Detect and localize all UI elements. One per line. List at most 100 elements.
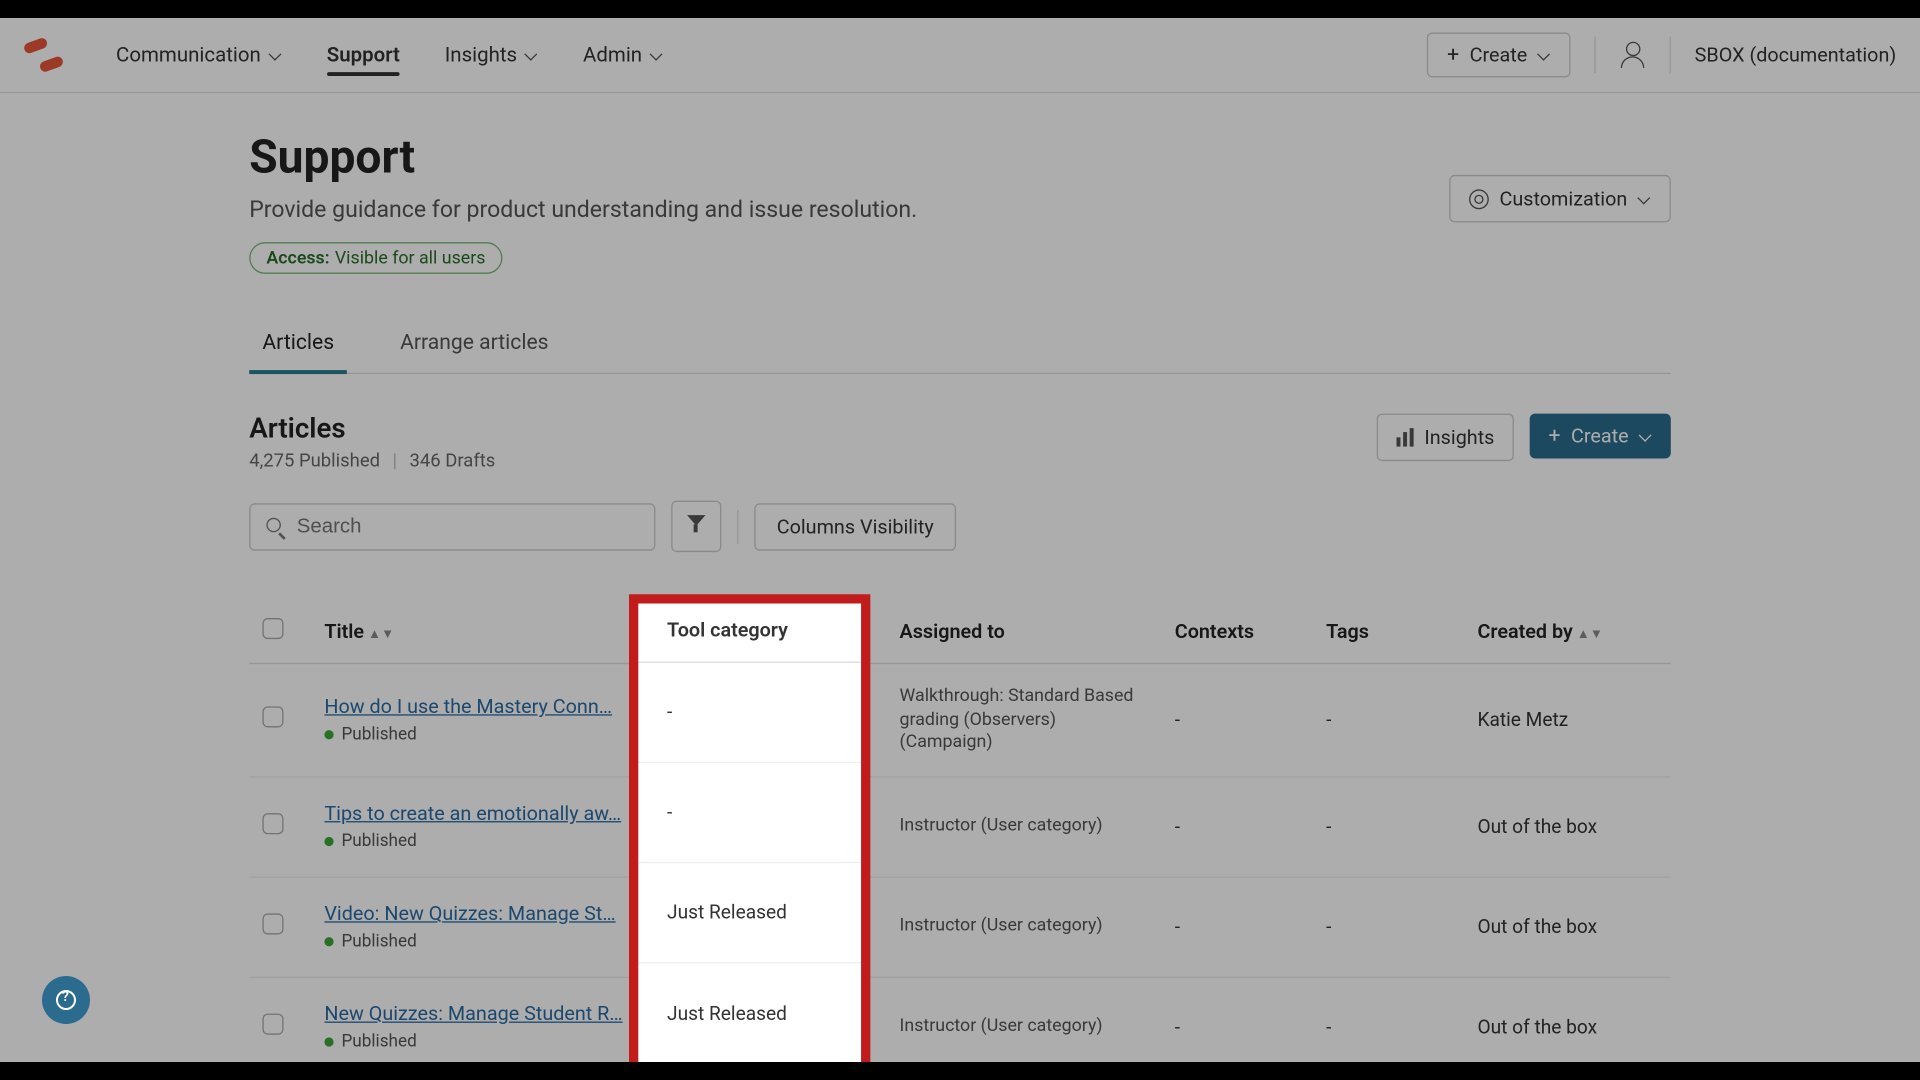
create-article-button[interactable]: + Create <box>1530 414 1671 459</box>
status-dot-icon <box>324 1038 333 1047</box>
articles-table: Title▲▼ Tool category Assigned to Contex… <box>249 600 1671 1078</box>
cell-assigned-to: Walkthrough: Standard Based grading (Obs… <box>886 664 1161 777</box>
nav-label: Insights <box>445 43 517 67</box>
count-separator: | <box>393 451 398 472</box>
customization-label: Customization <box>1500 187 1628 211</box>
top-nav: Communication Support Insights Admin + C… <box>0 18 1920 93</box>
tab-arrange-articles[interactable]: Arrange articles <box>387 313 562 372</box>
sort-icon: ▲▼ <box>1577 627 1603 642</box>
chevron-down-icon <box>525 48 538 61</box>
col-header-title[interactable]: Title▲▼ <box>311 600 655 664</box>
nav-item-insights[interactable]: Insights <box>445 18 538 92</box>
page-subtitle: Provide guidance for product understandi… <box>249 197 1449 223</box>
col-header-label: Created by <box>1477 619 1572 643</box>
access-label: Access: <box>266 247 329 268</box>
tabs: Articles Arrange articles <box>249 313 1671 374</box>
access-badge: Access: Visible for all users <box>249 242 502 274</box>
section-header: Articles 4,275 Published | 346 Drafts In… <box>249 414 1671 472</box>
columns-visibility-button[interactable]: Columns Visibility <box>754 503 956 550</box>
cell-contexts: - <box>1162 877 1313 977</box>
drafts-count: 346 Drafts <box>410 451 496 472</box>
published-count: 4,275 Published <box>249 451 380 472</box>
access-value: Visible for all users <box>335 247 486 268</box>
letterbox-top <box>0 0 1920 18</box>
cell-tool-category: - <box>655 664 886 777</box>
table-row: How do I use the Mastery Conn… Published… <box>249 664 1671 777</box>
col-header-assigned-to[interactable]: Assigned to <box>886 600 1161 664</box>
bar-chart-icon <box>1397 428 1414 446</box>
col-header-label: Contexts <box>1175 619 1254 643</box>
user-icon[interactable] <box>1620 42 1646 68</box>
article-title-link[interactable]: New Quizzes: Manage Student R… <box>324 1002 627 1026</box>
status-row: Published <box>324 932 642 952</box>
col-header-created-by[interactable]: Created by ▲▼ <box>1464 600 1671 664</box>
cell-assigned-to: Instructor (User category) <box>886 877 1161 977</box>
letterbox-bottom <box>0 1062 1920 1080</box>
insights-button[interactable]: Insights <box>1377 414 1514 461</box>
status-text: Published <box>341 932 416 952</box>
search-field-wrap[interactable] <box>249 503 655 550</box>
row-checkbox[interactable] <box>262 813 283 834</box>
cell-tags: - <box>1313 664 1464 777</box>
chevron-down-icon <box>1639 429 1652 442</box>
row-checkbox[interactable] <box>262 914 283 935</box>
nav-divider <box>1594 36 1595 73</box>
help-fab-button[interactable] <box>42 976 90 1024</box>
cell-created-by: Out of the box <box>1464 877 1671 977</box>
create-label: Create <box>1571 424 1629 448</box>
cell-created-by: Out of the box <box>1464 776 1671 876</box>
col-header-contexts[interactable]: Contexts <box>1162 600 1313 664</box>
status-text: Published <box>341 1032 416 1052</box>
search-icon <box>266 517 284 535</box>
nav-items: Communication Support Insights Admin <box>116 18 663 92</box>
create-button[interactable]: + Create <box>1427 33 1570 78</box>
row-checkbox[interactable] <box>262 707 283 728</box>
article-title-link[interactable]: Tips to create an emotionally aw… <box>324 801 627 825</box>
filter-button[interactable] <box>671 501 721 552</box>
nav-item-communication[interactable]: Communication <box>116 18 282 92</box>
status-row: Published <box>324 1032 642 1052</box>
status-dot-icon <box>324 837 333 846</box>
nav-label: Communication <box>116 43 261 67</box>
cell-created-by: Katie Metz <box>1464 664 1671 777</box>
nav-label: Admin <box>583 43 642 67</box>
col-header-tool-category[interactable]: Tool category <box>655 600 886 664</box>
filter-icon <box>687 515 705 533</box>
status-text: Published <box>341 832 416 852</box>
plus-icon: + <box>1548 425 1560 446</box>
col-header-label: Assigned to <box>900 619 1005 643</box>
gear-icon <box>1469 189 1489 209</box>
environment-label[interactable]: SBOX (documentation) <box>1695 43 1897 67</box>
cell-contexts: - <box>1162 776 1313 876</box>
app-logo-icon <box>24 35 64 75</box>
tab-articles[interactable]: Articles <box>249 313 347 372</box>
col-header-tags[interactable]: Tags <box>1313 600 1464 664</box>
sort-icon: ▲▼ <box>368 627 394 642</box>
toolbar: Columns Visibility <box>249 501 1671 552</box>
cell-tags: - <box>1313 877 1464 977</box>
col-header-label: Tags <box>1326 619 1369 643</box>
article-title-link[interactable]: How do I use the Mastery Conn… <box>324 695 627 719</box>
page-content: Support Provide guidance for product und… <box>249 93 1671 1078</box>
customization-button[interactable]: Customization <box>1449 175 1670 222</box>
status-row: Published <box>324 725 642 745</box>
table-header-row: Title▲▼ Tool category Assigned to Contex… <box>249 600 1671 664</box>
nav-divider <box>1670 36 1671 73</box>
table-row: Tips to create an emotionally aw… Publis… <box>249 776 1671 876</box>
select-all-checkbox[interactable] <box>262 618 283 639</box>
article-title-link[interactable]: Video: New Quizzes: Manage St… <box>324 902 627 926</box>
page-title: Support <box>249 130 1449 184</box>
plus-icon: + <box>1447 44 1459 65</box>
cell-tags: - <box>1313 776 1464 876</box>
status-row: Published <box>324 832 642 852</box>
chevron-down-icon <box>1638 192 1651 205</box>
section-heading: Articles <box>249 414 1377 446</box>
tab-label: Articles <box>262 329 334 354</box>
row-checkbox[interactable] <box>262 1014 283 1035</box>
nav-item-support[interactable]: Support <box>327 18 400 92</box>
nav-item-admin[interactable]: Admin <box>583 18 663 92</box>
search-input[interactable] <box>297 514 639 538</box>
chevron-down-icon <box>1538 48 1551 61</box>
toolbar-divider <box>737 509 738 543</box>
cell-contexts: - <box>1162 664 1313 777</box>
